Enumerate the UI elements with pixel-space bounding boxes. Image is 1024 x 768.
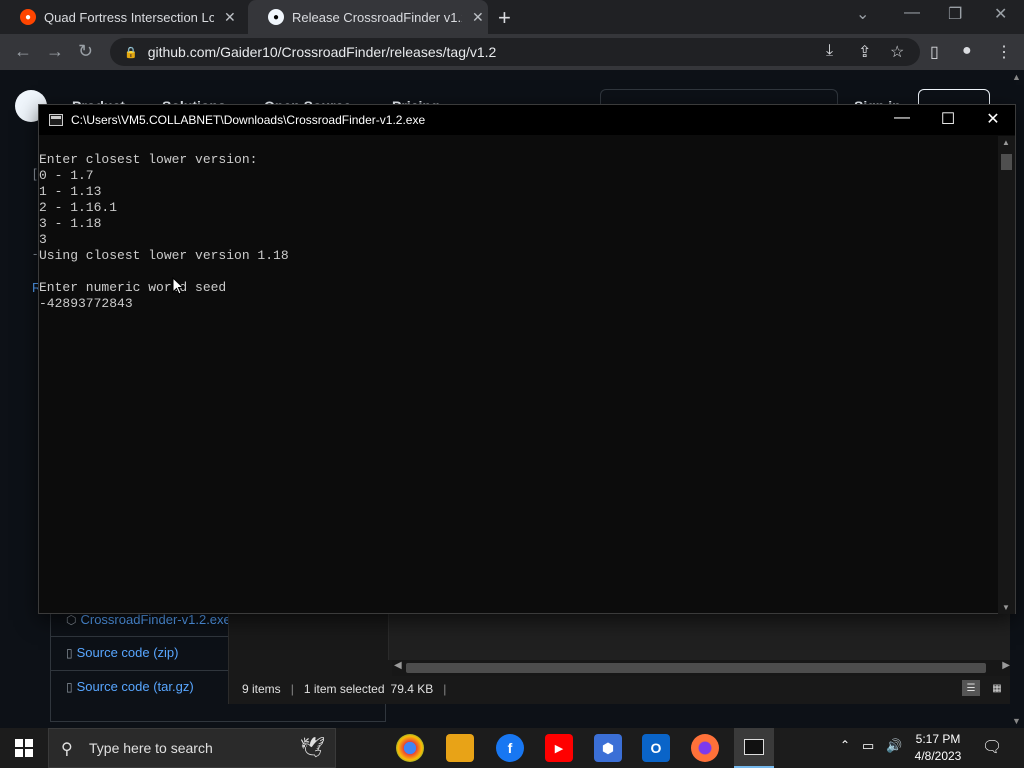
console-vertical-scrollbar[interactable]: ▲ ▼ — [998, 136, 1015, 614]
console-line: 3 - 1.18 — [39, 216, 102, 231]
asset-exe-link[interactable]: ⬡ CrossroadFinder-v1.2.exe — [66, 612, 231, 627]
console-line: Using closest lower version 1.18 — [39, 248, 289, 263]
chevron-down-icon[interactable]: ⌄ — [856, 4, 869, 24]
taskbar-search-input[interactable]: ⚲ Type here to search 🕊 — [48, 728, 336, 768]
notifications-icon[interactable]: 🗨 — [982, 737, 1002, 757]
console-line: 2 - 1.16.1 — [39, 200, 118, 215]
view-toggle: ☰ ▦ — [962, 680, 1006, 696]
console-output[interactable]: Enter closest lower version: 0 - 1.7 1 - 1… — [39, 136, 999, 614]
asset-zip-link[interactable]: ▯ Source code (zip) — [66, 645, 179, 660]
file-zip-icon: ▯ — [66, 679, 73, 694]
console-app-taskbar-button[interactable] — [734, 728, 774, 768]
chevron-up-icon[interactable]: ⌃ — [840, 738, 850, 752]
search-placeholder: Type here to search — [89, 740, 213, 756]
browser-tab-strip: ● Quad Fortress Intersection Locati ✕ ● … — [0, 0, 1024, 34]
address-bar[interactable]: 🔒 github.com/Gaider10/CrossroadFinder/re… — [110, 38, 920, 66]
asset-label: Source code (zip) — [76, 645, 179, 660]
minimize-icon[interactable]: — — [904, 4, 920, 22]
file-zip-icon: ▯ — [66, 645, 73, 660]
console-app-icon — [49, 114, 63, 126]
tab-title: Release CrossroadFinder v1.2 · Gi — [292, 9, 462, 25]
new-tab-icon[interactable]: + — [498, 5, 511, 31]
item-count: 9 items — [242, 682, 281, 696]
scroll-up-icon[interactable]: ▲ — [1012, 72, 1021, 82]
side-panel-icon[interactable]: ▯ — [930, 42, 939, 62]
asset-label: CrossroadFinder-v1.2.exe — [80, 612, 231, 627]
divider — [50, 636, 230, 637]
taskbar-clock[interactable]: 5:17 PM 4/8/2023 — [908, 731, 968, 765]
forward-icon[interactable]: → — [46, 41, 64, 62]
close-icon[interactable]: ✕ — [224, 9, 236, 26]
minimize-icon[interactable]: — — [879, 109, 925, 127]
outlook-icon[interactable]: O — [642, 734, 670, 762]
console-window[interactable]: C:\Users\VM5.COLLABNET\Downloads\Crossro… — [38, 104, 1016, 614]
clock-date: 4/8/2023 — [914, 749, 962, 763]
divider — [50, 670, 230, 671]
console-title-bar[interactable]: C:\Users\VM5.COLLABNET\Downloads\Crossro… — [39, 105, 1015, 135]
tab-github-release[interactable]: ● Release CrossroadFinder v1.2 · Gi ✕ — [248, 0, 488, 34]
console-line: 1 - 1.13 — [39, 184, 102, 199]
taskbar: ⚲ Type here to search 🕊 f ▶ ⬢ O ⌃ ▭ 🔊 5:… — [0, 728, 1024, 768]
reload-icon[interactable]: ↻ — [78, 41, 93, 62]
maximize-icon[interactable]: ☐ — [925, 109, 971, 129]
selection-size: 79.4 KB — [390, 682, 434, 696]
close-window-icon[interactable]: ✕ — [994, 4, 1007, 24]
browser-toolbar: ← → ↻ 🔒 github.com/Gaider10/CrossroadFin… — [0, 34, 1024, 70]
firefox-icon[interactable] — [691, 734, 719, 762]
windows-icon — [15, 739, 33, 757]
file-explorer-icon[interactable] — [446, 734, 474, 762]
share-icon[interactable]: ⇪ — [858, 42, 871, 62]
console-line: 3 — [39, 232, 47, 247]
menu-icon[interactable]: ⋮ — [996, 42, 1012, 62]
horizontal-scrollbar[interactable]: ◀ ▶ — [392, 660, 1012, 676]
scroll-left-icon[interactable]: ◀ — [394, 660, 402, 671]
package-icon: ⬡ — [66, 612, 77, 627]
reddit-icon: ● — [20, 9, 36, 25]
volume-icon[interactable]: 🔊 — [886, 738, 902, 754]
console-title: C:\Users\VM5.COLLABNET\Downloads\Crossro… — [71, 113, 426, 127]
console-input-line[interactable]: -42893772843 — [39, 296, 999, 312]
console-line: Enter closest lower version: — [39, 152, 258, 167]
explorer-status-bar: 9 items | 1 item selected 79.4 KB | — [242, 682, 447, 696]
close-window-icon[interactable]: ✕ — [970, 109, 1016, 129]
console-line: 0 - 1.7 — [39, 168, 94, 183]
scroll-right-icon[interactable]: ▶ — [1002, 660, 1010, 671]
restore-icon[interactable]: ❐ — [948, 4, 962, 24]
scroll-down-icon[interactable]: ▼ — [1012, 716, 1021, 726]
details-view-icon[interactable]: ☰ — [962, 680, 980, 696]
page-fragment: [ — [33, 166, 37, 181]
tab-reddit[interactable]: ● Quad Fortress Intersection Locati ✕ — [0, 0, 248, 34]
scroll-down-icon[interactable]: ▼ — [1002, 603, 1010, 612]
clock-time: 5:17 PM — [915, 732, 961, 746]
url-text: github.com/Gaider10/CrossroadFinder/rele… — [147, 44, 497, 60]
chrome-icon[interactable] — [396, 734, 424, 762]
facebook-icon[interactable]: f — [496, 734, 524, 762]
search-icon: ⚲ — [61, 741, 73, 758]
mouse-cursor-icon — [172, 277, 184, 295]
scrollbar-thumb[interactable] — [1001, 154, 1012, 170]
large-icons-view-icon[interactable]: ▦ — [988, 680, 1006, 696]
asset-label: Source code (tar.gz) — [76, 679, 194, 694]
install-icon[interactable]: ⤓ — [826, 42, 833, 60]
profile-icon[interactable]: ● — [962, 42, 972, 60]
star-icon[interactable]: ☆ — [890, 42, 904, 62]
back-icon[interactable]: ← — [14, 41, 32, 62]
lock-icon: 🔒 — [124, 46, 138, 59]
github-icon: ● — [268, 9, 284, 25]
scroll-up-icon[interactable]: ▲ — [1002, 138, 1010, 147]
selection-count: 1 item selected — [303, 682, 385, 696]
network-icon[interactable]: ▭ — [862, 738, 874, 754]
explorer-content-area — [388, 614, 1016, 660]
page-fragment: - — [33, 246, 38, 261]
scrollbar-thumb[interactable] — [406, 663, 986, 673]
copilot-icon[interactable]: ⬢ — [594, 734, 622, 762]
console-app-icon — [744, 739, 764, 755]
search-highlight-icon: 🕊 — [299, 737, 325, 759]
close-icon[interactable]: ✕ — [472, 9, 484, 26]
asset-targz-link[interactable]: ▯ Source code (tar.gz) — [66, 679, 194, 694]
start-button[interactable] — [0, 728, 48, 768]
youtube-icon[interactable]: ▶ — [545, 734, 573, 762]
tab-title: Quad Fortress Intersection Locati — [44, 9, 214, 25]
